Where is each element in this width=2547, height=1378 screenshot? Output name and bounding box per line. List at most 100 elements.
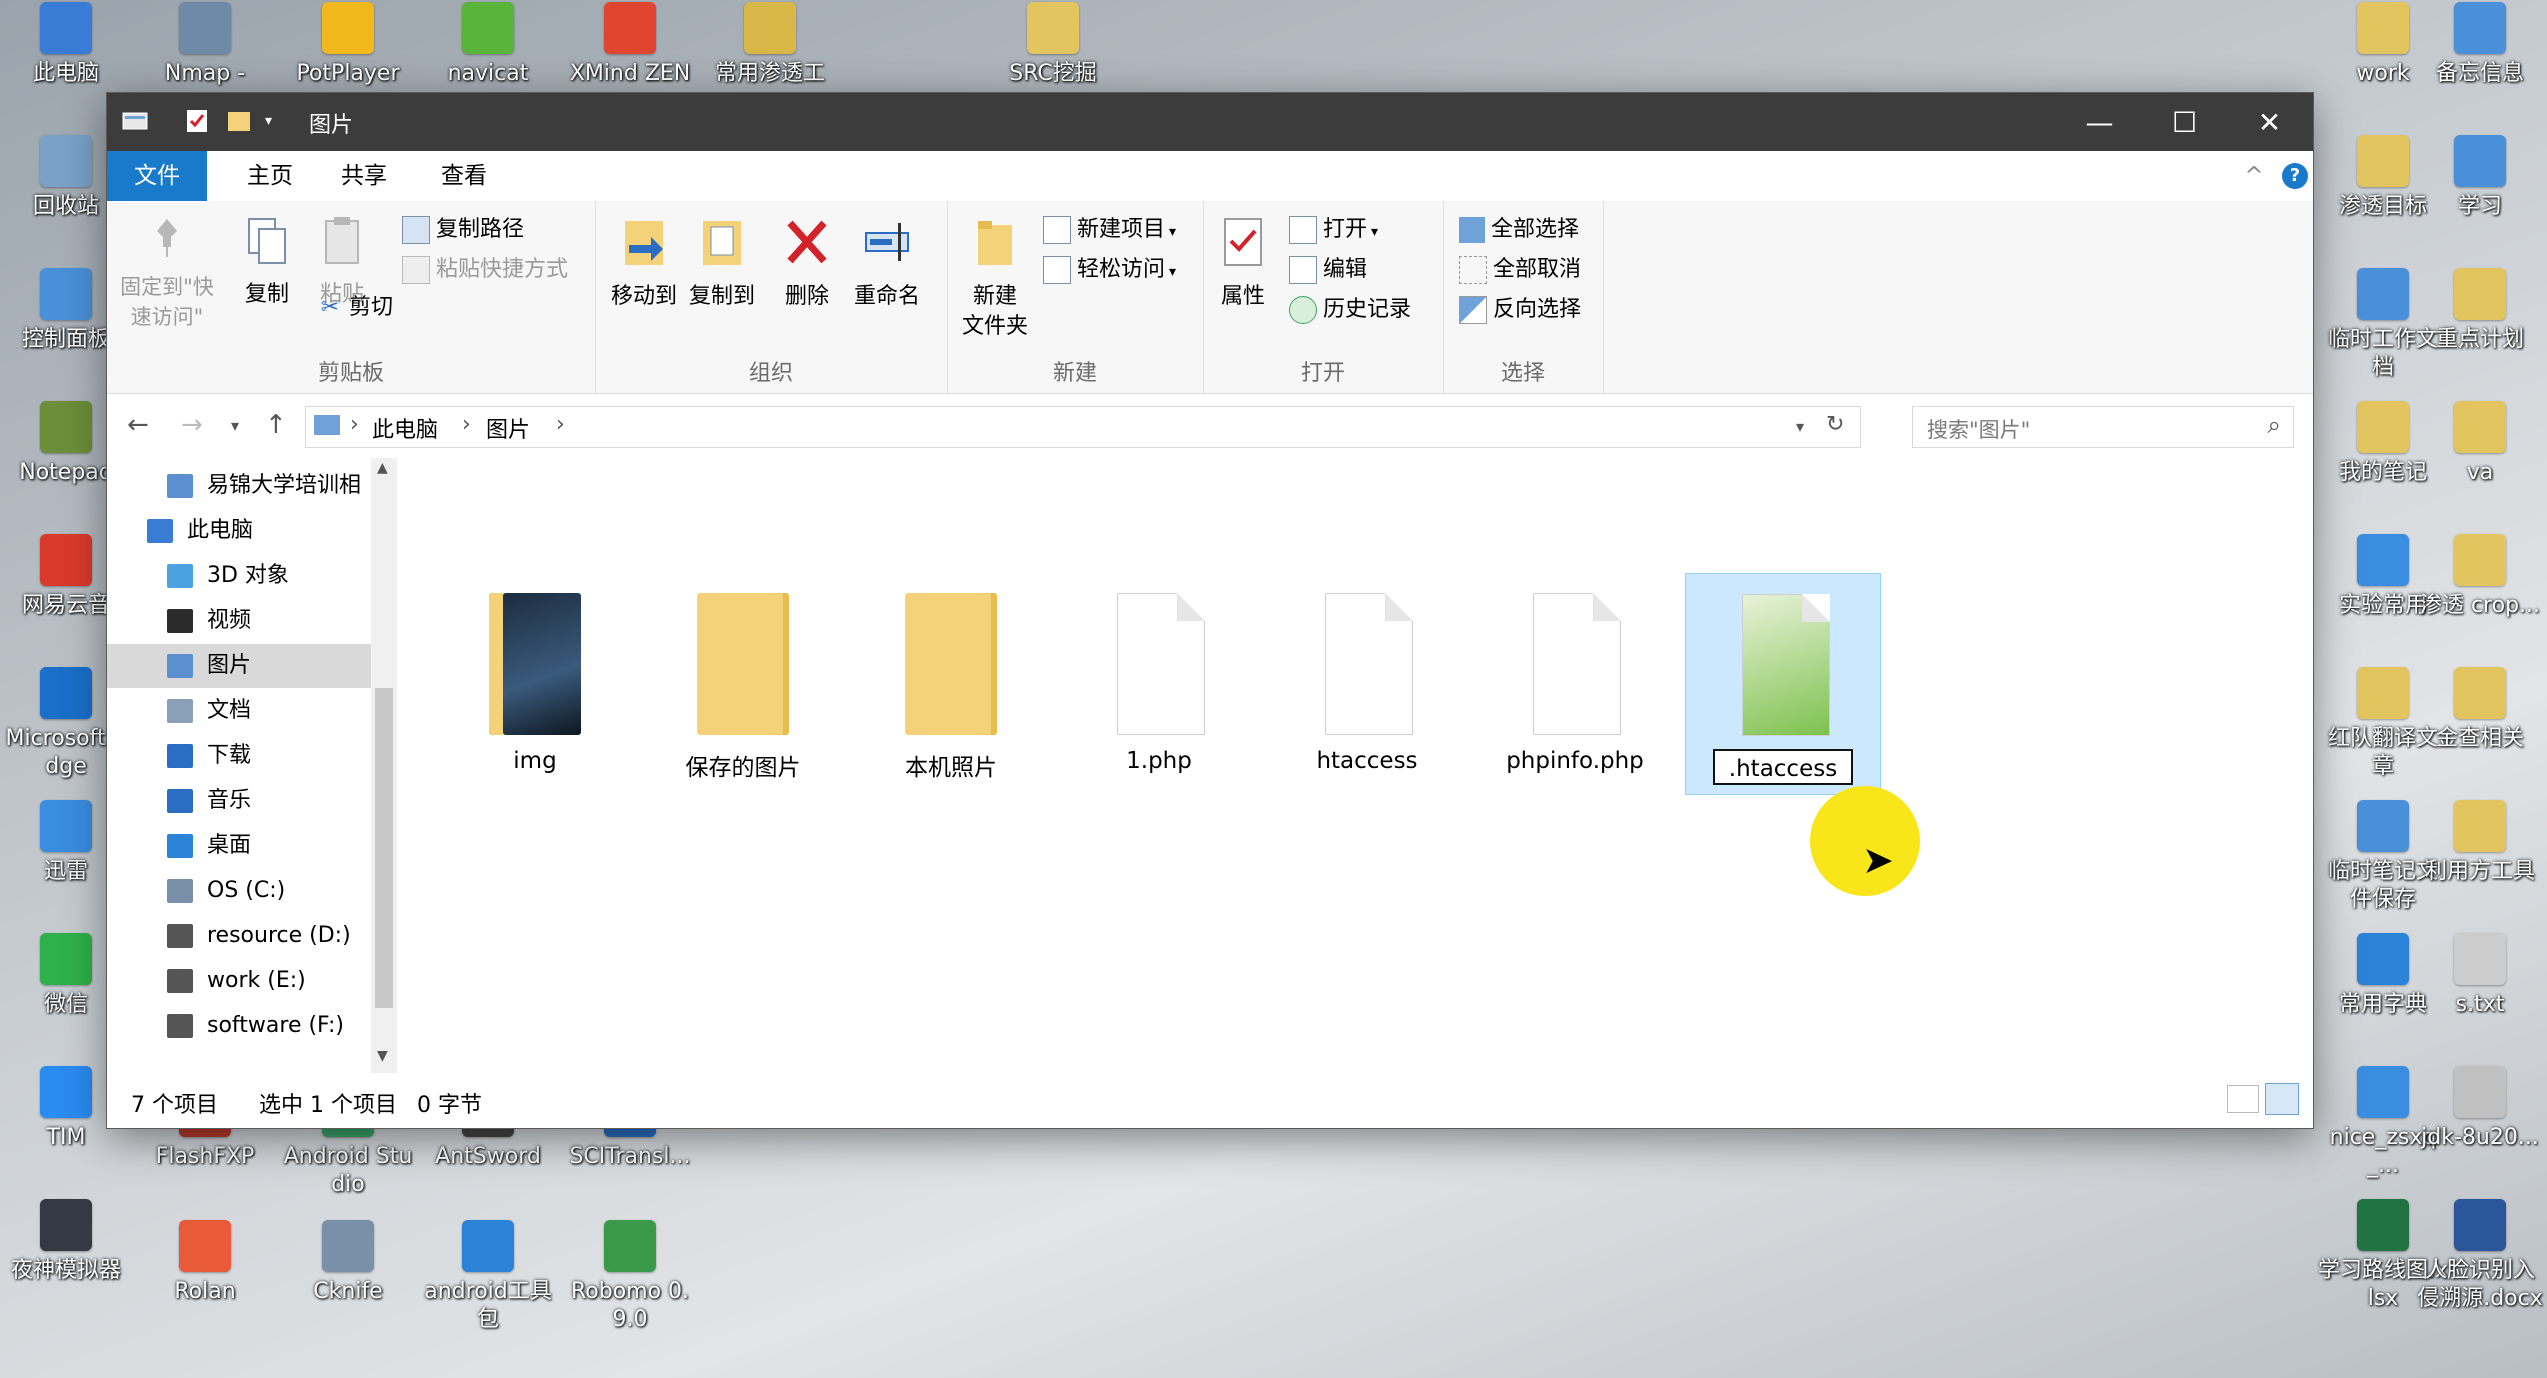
maximize-button[interactable]: ☐ (2142, 93, 2227, 151)
desktop-icon[interactable]: s.txt (2415, 933, 2545, 1019)
copy-path-button[interactable]: 复制路径 (402, 213, 524, 247)
nav-item[interactable]: work (E:) (107, 959, 371, 1003)
address-bar[interactable]: › 此电脑 › 图片 › ▾ ↻ (305, 406, 1861, 448)
select-none-button[interactable]: 全部取消 (1459, 253, 1581, 287)
desktop-icon[interactable]: jdk-8u20... (2415, 1066, 2545, 1152)
cut-button[interactable]: ✂ 剪切 (317, 291, 393, 325)
desktop-icon[interactable]: Robomo 0.9.0 (565, 1220, 695, 1334)
desktop-icon-label: 金查相关 (2435, 726, 2524, 751)
file-name: 1.php (1126, 748, 1192, 774)
desktop-icon-label: 常用渗透工 (714, 61, 825, 86)
file-item[interactable]: htaccess (1269, 573, 1465, 795)
desktop-icon[interactable]: 此电脑 (1, 2, 131, 88)
select-none-icon (1459, 256, 1487, 284)
desktop-icon[interactable]: 人脸识别入侵溯源.docx (2415, 1199, 2545, 1313)
refresh-icon[interactable]: ↻ (1826, 412, 1844, 437)
easy-access-button[interactable]: 轻松访问 ▾ (1043, 253, 1176, 287)
nav-item[interactable]: 图片 (107, 644, 371, 688)
nav-item[interactable]: 易锦大学培训相 (107, 464, 371, 508)
nav-item[interactable]: 文档 (107, 689, 371, 733)
desktop-icon[interactable]: SRC挖掘 (988, 2, 1118, 88)
up-arrow-icon[interactable]: ↑ (265, 410, 287, 440)
file-item[interactable]: 1.php (1061, 573, 1257, 795)
tab-home[interactable]: 主页 (235, 151, 305, 203)
file-item[interactable]: img (437, 573, 633, 795)
large-icons-view-icon[interactable] (2265, 1083, 2299, 1115)
tab-share[interactable]: 共享 (329, 151, 399, 201)
copy-to-label: 复制到 (688, 284, 755, 309)
desktop-icon[interactable]: Rolan (140, 1220, 270, 1306)
minimize-button[interactable]: — (2057, 93, 2142, 151)
desktop-icon[interactable]: 备忘信息 (2415, 2, 2545, 88)
title-bar[interactable]: ▾ 图片 — ☐ ✕ (107, 93, 2313, 151)
tab-file[interactable]: 文件 (107, 151, 207, 201)
select-none-label: 全部取消 (1493, 257, 1582, 282)
rename-button[interactable]: 重命名 (845, 215, 929, 312)
new-item-button[interactable]: 新建项目 ▾ (1043, 213, 1176, 247)
desktop-icon-label: XMind ZEN (569, 61, 691, 86)
open-button[interactable]: 打开 ▾ (1289, 213, 1378, 247)
desktop-icon[interactable]: va (2415, 401, 2545, 487)
desktop-icon[interactable]: 学习 (2415, 135, 2545, 221)
customize-qa-chevron-icon[interactable]: ▾ (265, 107, 293, 135)
file-item[interactable]: 本机照片 (853, 573, 1049, 795)
close-button[interactable]: ✕ (2227, 93, 2312, 151)
breadcrumb-pictures[interactable]: 图片 (486, 412, 530, 444)
invert-selection-button[interactable]: 反向选择 (1459, 293, 1581, 327)
nav-item[interactable]: 此电脑 (107, 509, 371, 553)
desktop-icon[interactable]: XMind ZEN (565, 2, 695, 88)
desktop-icon[interactable]: 夜神模拟器 (1, 1199, 131, 1285)
desktop-icon[interactable]: 金查相关 (2415, 667, 2545, 753)
history-button[interactable]: 历史记录 (1289, 293, 1411, 327)
desktop-icon-label: va (2466, 460, 2494, 485)
nav-item[interactable]: resource (D:) (107, 914, 371, 958)
paste-shortcut-button[interactable]: 粘贴快捷方式 (402, 253, 568, 287)
scroll-thumb[interactable] (375, 688, 393, 1008)
desktop-icon[interactable]: navicat (423, 2, 553, 88)
tab-view[interactable]: 查看 (429, 151, 499, 201)
scroll-down-chevron-icon[interactable]: ▼ (377, 1048, 388, 1064)
address-dropdown-chevron-icon[interactable]: ▾ (1796, 417, 1804, 436)
desktop-icon[interactable]: 利用方工具 (2415, 800, 2545, 886)
recent-locations-chevron-icon[interactable]: ▾ (231, 416, 239, 435)
new-folder-button[interactable]: 新建 文件夹 (957, 215, 1033, 342)
forward-arrow-icon[interactable]: → (181, 410, 203, 440)
details-view-icon[interactable] (2227, 1085, 2259, 1113)
file-item[interactable]: .htaccess (1685, 573, 1881, 795)
copy-to-button[interactable]: 复制到 (685, 215, 759, 312)
move-to-button[interactable]: 移动到 (607, 215, 681, 312)
properties-button[interactable]: 属性 (1213, 215, 1273, 312)
desktop-icon[interactable]: 渗透 crop... (2415, 534, 2545, 620)
edit-button[interactable]: 编辑 (1289, 253, 1367, 287)
new-folder-qa-icon[interactable] (225, 107, 253, 135)
ribbon: 固定到"快速访问" 复制 粘贴 复制路径 粘贴快捷方式 ✂ 剪切 剪贴板 移动到… (107, 201, 2313, 394)
nav-item[interactable]: 3D 对象 (107, 554, 371, 598)
copy-button[interactable]: 复制 (232, 215, 302, 310)
delete-button[interactable]: 删除 (777, 215, 837, 312)
file-item[interactable]: phpinfo.php (1477, 573, 1673, 795)
desktop-icon[interactable]: 重点计划 (2415, 268, 2545, 354)
back-arrow-icon[interactable]: ← (127, 410, 149, 440)
desktop-icon[interactable]: Cknife (283, 1220, 413, 1306)
select-all-button[interactable]: 全部选择 (1459, 213, 1579, 247)
breadcrumb-this-pc[interactable]: 此电脑 (372, 412, 438, 444)
desktop-icon[interactable]: PotPlayer (283, 2, 413, 88)
nav-item[interactable]: 桌面 (107, 824, 371, 868)
properties-qa-icon[interactable] (183, 107, 211, 135)
desktop-icon[interactable]: android工具包 (423, 1220, 553, 1334)
desktop-icon[interactable]: Nmap - (140, 2, 270, 88)
rename-input[interactable]: .htaccess (1713, 749, 1853, 785)
nav-item[interactable]: software (F:) (107, 1004, 371, 1048)
nav-item[interactable]: 视频 (107, 599, 371, 643)
scroll-up-chevron-icon[interactable]: ▲ (377, 460, 388, 476)
nav-item[interactable]: 音乐 (107, 779, 371, 823)
navigation-scrollbar[interactable]: ▲ ▼ (371, 458, 397, 1073)
file-item[interactable]: 保存的图片 (645, 573, 841, 795)
nav-item[interactable]: 下载 (107, 734, 371, 778)
desktop-icon[interactable]: 常用渗透工 (705, 2, 835, 88)
pin-quick-access-button[interactable]: 固定到"快速访问" (117, 215, 217, 332)
collapse-ribbon-icon[interactable]: ^ (2239, 151, 2269, 201)
nav-item[interactable]: OS (C:) (107, 869, 371, 913)
help-icon[interactable]: ? (2282, 163, 2308, 189)
search-box[interactable]: 搜索"图片" ⌕ (1912, 406, 2294, 448)
